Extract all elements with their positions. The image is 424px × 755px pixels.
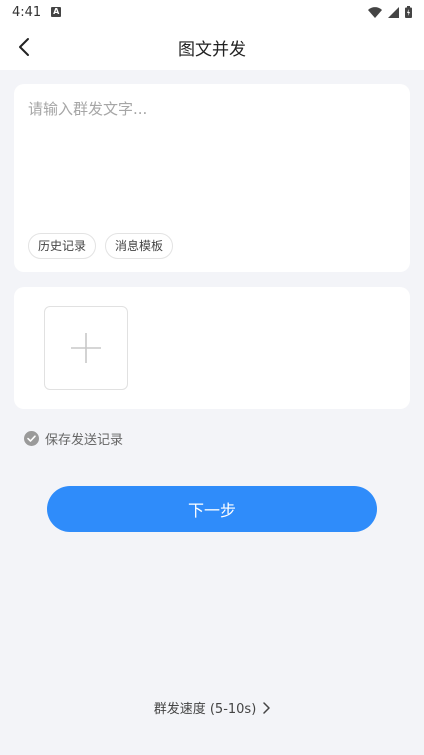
chevron-left-icon xyxy=(19,38,29,56)
template-chip[interactable]: 消息模板 xyxy=(105,233,174,259)
nav-bar: 图文并发 xyxy=(0,24,424,70)
plus-icon xyxy=(71,333,101,363)
check-circle-icon xyxy=(24,431,39,446)
send-speed-link[interactable]: 群发速度 (5-10s) xyxy=(0,698,424,717)
message-card: 历史记录 消息模板 xyxy=(14,84,410,272)
battery-icon xyxy=(405,6,412,18)
save-record-label: 保存发送记录 xyxy=(45,433,124,448)
app-screen: 4:41 A 图文并发 历史记录 消息模 xyxy=(0,0,424,755)
back-button[interactable] xyxy=(10,32,38,62)
status-time: 4:41 xyxy=(12,4,42,20)
cell-signal-icon xyxy=(388,6,399,18)
save-record-checkbox[interactable]: 保存发送记录 xyxy=(24,429,123,448)
image-card xyxy=(14,287,410,409)
message-input[interactable] xyxy=(28,98,396,228)
page-title: 图文并发 xyxy=(178,39,246,60)
wifi-icon xyxy=(368,6,382,18)
chip-row: 历史记录 消息模板 xyxy=(28,233,174,259)
history-chip[interactable]: 历史记录 xyxy=(28,233,97,259)
chevron-right-icon xyxy=(263,701,271,714)
send-speed-label: 群发速度 (5-10s) xyxy=(153,702,257,717)
status-bar: 4:41 A xyxy=(0,0,424,24)
a-notification-icon: A xyxy=(51,7,62,17)
status-icons xyxy=(368,6,412,18)
add-image-button[interactable] xyxy=(44,306,128,390)
next-button[interactable]: 下一步 xyxy=(47,486,377,532)
